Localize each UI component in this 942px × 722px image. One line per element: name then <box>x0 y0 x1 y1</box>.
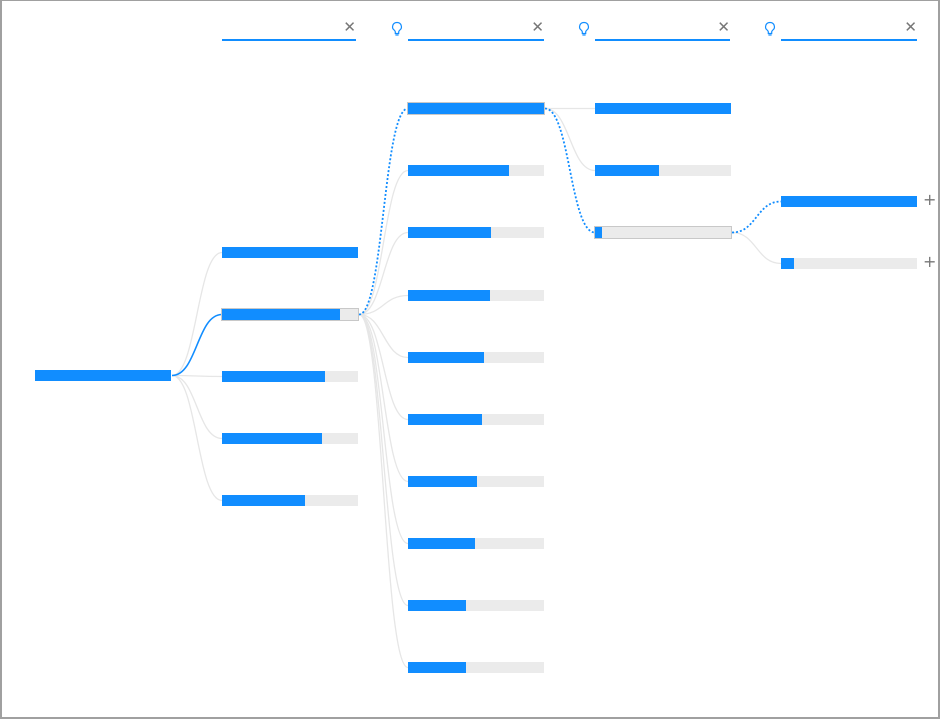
node-bar-fill <box>595 165 660 176</box>
node-bar-fill <box>408 538 476 549</box>
level-header: ✕ <box>781 18 917 62</box>
tree-node[interactable] <box>408 352 544 368</box>
tree-link <box>358 313 409 545</box>
node-bar-track <box>408 414 544 425</box>
node-bar-track <box>781 258 917 269</box>
close-icon[interactable]: ✕ <box>717 19 730 35</box>
node-bar-track <box>222 371 358 382</box>
close-icon[interactable]: ✕ <box>343 19 356 35</box>
tree-node[interactable] <box>408 165 544 181</box>
selected-path-link <box>358 107 409 316</box>
tree-node[interactable] <box>781 196 917 212</box>
lightbulb-icon[interactable] <box>391 21 403 37</box>
node-bar-track <box>35 370 171 381</box>
tree-node[interactable] <box>408 290 544 306</box>
tree-link <box>171 374 223 440</box>
lightbulb-icon[interactable] <box>764 21 776 37</box>
level-header: ✕ <box>595 18 730 62</box>
expand-plus-icon[interactable]: + <box>923 192 936 208</box>
node-bar-track <box>408 290 544 301</box>
tree-node[interactable] <box>407 102 545 119</box>
tree-node[interactable] <box>781 258 917 274</box>
close-icon[interactable]: ✕ <box>904 19 917 35</box>
tree-node[interactable] <box>408 538 544 554</box>
node-bar-track <box>407 102 545 115</box>
node-bar-track <box>408 662 544 673</box>
tree-link <box>171 251 223 377</box>
node-bar-track <box>781 196 917 207</box>
node-bar-fill <box>781 258 795 269</box>
node-bar-track <box>594 226 732 239</box>
node-bar-track <box>221 308 359 321</box>
node-bar-fill <box>408 290 491 301</box>
node-bar-fill <box>222 309 340 320</box>
node-bar-track <box>408 476 544 487</box>
node-bar-fill <box>408 227 492 238</box>
tree-link <box>171 313 223 377</box>
tree-link <box>731 231 782 265</box>
selected-path-link <box>731 200 782 234</box>
node-bar-fill <box>408 165 509 176</box>
tree-node[interactable] <box>408 227 544 243</box>
node-bar-fill <box>408 103 544 114</box>
tree-node[interactable] <box>408 414 544 430</box>
tree-link <box>358 169 409 316</box>
close-icon[interactable]: ✕ <box>531 19 544 35</box>
tree-node[interactable] <box>408 662 544 678</box>
node-bar-fill <box>408 600 467 611</box>
node-bar-track <box>595 165 731 176</box>
level-header: ✕ <box>222 18 356 62</box>
node-bar-track <box>222 433 358 444</box>
node-bar-fill <box>781 196 917 207</box>
node-bar-fill <box>408 414 482 425</box>
tree-link <box>358 313 409 607</box>
expand-plus-icon[interactable]: + <box>923 254 936 270</box>
node-bar-track <box>222 247 358 258</box>
node-bar-fill <box>408 662 466 673</box>
node-bar-track <box>222 495 358 506</box>
tree-link <box>171 374 223 502</box>
node-bar-track <box>408 352 544 363</box>
node-bar-fill <box>595 227 603 238</box>
node-bar-fill <box>222 433 322 444</box>
node-bar-track <box>408 538 544 549</box>
node-bar-track <box>408 165 544 176</box>
tree-node[interactable] <box>222 433 358 449</box>
node-bar-fill <box>222 495 305 506</box>
tree-node[interactable] <box>595 165 731 181</box>
level-header: ✕ <box>408 18 544 62</box>
tree-link <box>171 374 223 378</box>
tree-link <box>358 313 409 421</box>
node-bar-track <box>408 227 544 238</box>
selected-path-link <box>544 107 596 234</box>
tree-node[interactable] <box>595 103 731 119</box>
level-underline <box>781 39 917 41</box>
node-bar-fill <box>408 476 478 487</box>
root-node[interactable] <box>35 370 171 386</box>
node-bar-track <box>595 103 731 114</box>
level-underline <box>595 39 730 41</box>
node-bar-fill <box>408 352 484 363</box>
tree-link <box>544 107 596 172</box>
node-bar-fill <box>595 103 731 114</box>
node-bar-fill <box>35 370 171 381</box>
level-underline <box>408 39 544 41</box>
tree-node[interactable] <box>221 308 359 325</box>
tree-node[interactable] <box>408 600 544 616</box>
node-bar-fill <box>222 247 358 258</box>
tree-node[interactable] <box>222 247 358 263</box>
tree-node[interactable] <box>222 495 358 511</box>
node-bar-track <box>408 600 544 611</box>
lightbulb-icon[interactable] <box>578 21 590 37</box>
tree-node[interactable] <box>408 476 544 492</box>
tree-node[interactable] <box>594 226 732 243</box>
tree-node[interactable] <box>222 371 358 387</box>
level-underline <box>222 39 356 41</box>
node-bar-fill <box>222 371 325 382</box>
